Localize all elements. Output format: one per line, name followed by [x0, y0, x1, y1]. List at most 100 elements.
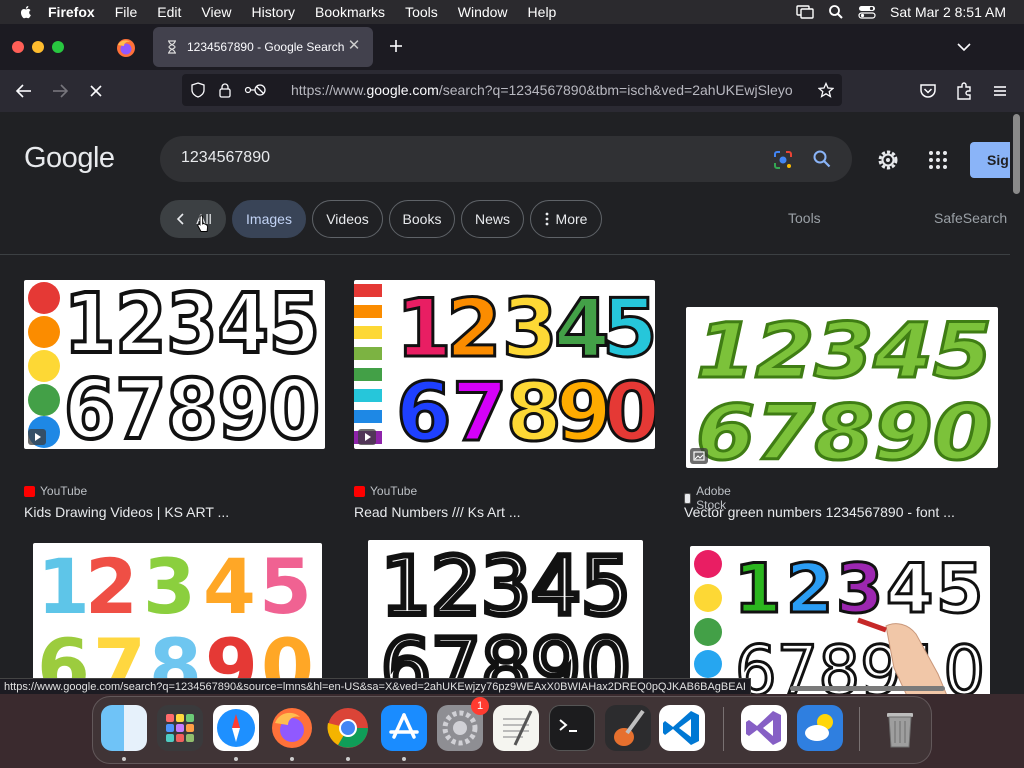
result-title[interactable]: Vector green numbers 1234567890 - font .…: [684, 504, 955, 520]
stop-loading-x-icon[interactable]: [85, 80, 107, 102]
bookmark-star-icon[interactable]: [818, 82, 834, 98]
horizontal-scrollbar[interactable]: [790, 686, 945, 691]
hand-drawing-numbers-image: 12345 678910: [694, 549, 987, 694]
forward-arrow-icon[interactable]: [49, 80, 71, 102]
lock-icon[interactable]: [217, 82, 233, 98]
chip-more-label: More: [555, 211, 588, 227]
zoom-window-button[interactable]: [52, 41, 64, 53]
chrome-app-icon[interactable]: [325, 705, 371, 751]
search-box[interactable]: 1234567890: [160, 136, 852, 182]
minimize-window-button[interactable]: [32, 41, 44, 53]
firefox-window: 1234567890 - Google Search ✕ https://www…: [0, 24, 1024, 694]
firefox-app-icon[interactable]: [269, 705, 315, 751]
firefox-running-dot: [290, 757, 294, 761]
menu-view[interactable]: View: [201, 4, 231, 20]
numbers-row-1: 12345: [733, 549, 985, 631]
pocket-icon[interactable]: [917, 80, 939, 102]
address-bar[interactable]: https://www.google.com/search?q=12345678…: [182, 74, 842, 106]
trash-app-icon[interactable]: [877, 705, 923, 751]
svg-text:3: 3: [836, 550, 883, 629]
safari-app-icon[interactable]: [213, 705, 259, 751]
menu-tools[interactable]: Tools: [405, 4, 438, 20]
tools-link[interactable]: Tools: [788, 210, 821, 226]
finder-app-icon[interactable]: [101, 705, 147, 751]
svg-text:6: 6: [396, 366, 452, 449]
screen-mirroring-icon[interactable]: [796, 5, 814, 19]
textedit-app-icon[interactable]: [493, 705, 539, 751]
list-all-tabs-chevron-icon[interactable]: [955, 38, 973, 56]
scrollbar-thumb[interactable]: [1013, 114, 1020, 194]
close-window-button[interactable]: [12, 41, 24, 53]
svg-text:5: 5: [936, 550, 983, 629]
chip-books[interactable]: Books: [389, 200, 455, 238]
vertical-scrollbar[interactable]: [1010, 112, 1024, 694]
result-source[interactable]: YouTube: [370, 484, 417, 498]
spotlight-search-icon[interactable]: [828, 4, 844, 20]
macos-menubar: Firefox File Edit View History Bookmarks…: [0, 0, 1024, 24]
colorful-pencil-numbers-image: 12 345 6 7890: [354, 281, 656, 450]
menu-edit[interactable]: Edit: [157, 4, 181, 20]
safesearch-link[interactable]: SafeSearch: [934, 210, 1007, 226]
window-controls: [12, 41, 64, 53]
garageband-app-icon[interactable]: [605, 705, 651, 751]
launchpad-app-icon[interactable]: [157, 705, 203, 751]
result-thumbnail[interactable]: 12345 67890: [354, 280, 655, 449]
chip-more[interactable]: More: [530, 200, 602, 238]
weather-app-icon[interactable]: [797, 705, 843, 751]
svg-text:7: 7: [452, 366, 508, 449]
search-magnifier-icon[interactable]: [812, 149, 832, 169]
search-input[interactable]: 1234567890: [181, 149, 270, 167]
chip-all[interactable]: All: [160, 200, 226, 238]
extensions-puzzle-icon[interactable]: [953, 80, 975, 102]
menubar-clock[interactable]: Sat Mar 2 8:51 AM: [890, 4, 1006, 20]
finder-running-dot: [122, 757, 126, 761]
terminal-app-icon[interactable]: [549, 705, 595, 751]
sign-in-button[interactable]: Sig: [970, 142, 1010, 178]
tracking-shield-icon[interactable]: [190, 82, 206, 98]
result-source[interactable]: YouTube: [40, 484, 87, 498]
google-apps-grid-icon[interactable]: [928, 150, 948, 170]
close-tab-icon[interactable]: ✕: [345, 37, 363, 55]
permissions-blocked-icon[interactable]: [244, 82, 266, 98]
result-thumbnail[interactable]: 12345 67890: [33, 543, 322, 694]
url-text[interactable]: https://www.google.com/search?q=12345678…: [291, 82, 811, 98]
control-center-icon[interactable]: [858, 5, 876, 19]
result-title[interactable]: Kids Drawing Videos | KS ART ...: [24, 504, 229, 520]
menu-history[interactable]: History: [251, 4, 295, 20]
hamburger-menu-icon[interactable]: [989, 80, 1011, 102]
result-title[interactable]: Read Numbers /// Ks Art ...: [354, 504, 521, 520]
visual-studio-app-icon[interactable]: [741, 705, 787, 751]
svg-text:2: 2: [446, 282, 502, 375]
chip-videos[interactable]: Videos: [312, 200, 383, 238]
result-thumbnail[interactable]: 12345 67890: [368, 540, 643, 694]
vscode-app-icon[interactable]: [659, 705, 705, 751]
svg-text:1: 1: [734, 550, 781, 629]
active-tab[interactable]: 1234567890 - Google Search ✕: [153, 27, 373, 67]
numbers-row-2: 67890: [395, 365, 656, 450]
numbers-row-2: 678910: [735, 632, 985, 694]
menu-bookmarks[interactable]: Bookmarks: [315, 4, 385, 20]
back-arrow-icon[interactable]: [13, 80, 35, 102]
result-thumbnail[interactable]: 12345 678910: [690, 546, 990, 694]
system-settings-app-icon[interactable]: 1: [437, 697, 489, 751]
chip-images[interactable]: Images: [232, 200, 306, 238]
google-logo[interactable]: Google: [24, 142, 115, 175]
svg-text:5: 5: [259, 543, 312, 631]
result-thumbnail[interactable]: 12345 67890: [24, 280, 325, 449]
settings-gear-icon[interactable]: [876, 148, 900, 172]
new-tab-plus-icon[interactable]: [386, 36, 406, 56]
tab-title: 1234567890 - Google Search: [187, 40, 345, 54]
chip-news[interactable]: News: [461, 200, 524, 238]
result-thumbnail[interactable]: 12345 67890: [686, 307, 998, 468]
svg-text:0: 0: [604, 366, 655, 449]
app-store-app-icon[interactable]: [381, 705, 427, 751]
road-numbers-image: 12345 67890: [378, 540, 634, 694]
menu-file[interactable]: File: [115, 4, 138, 20]
firefox-pinned-tab-icon[interactable]: [114, 36, 138, 60]
menu-window[interactable]: Window: [458, 4, 508, 20]
google-lens-camera-icon[interactable]: [772, 149, 794, 171]
menu-app-firefox[interactable]: Firefox: [48, 4, 95, 20]
apple-logo-icon[interactable]: [18, 4, 34, 20]
numbers-row-1: 12345: [696, 307, 992, 395]
menu-help[interactable]: Help: [528, 4, 557, 20]
